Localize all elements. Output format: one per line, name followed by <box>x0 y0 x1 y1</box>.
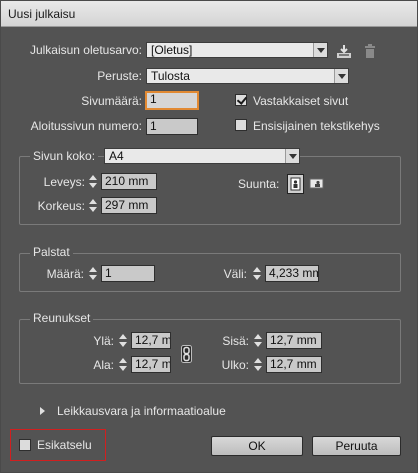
height-stepper[interactable] <box>88 197 99 214</box>
margin-outside-stepper[interactable] <box>253 356 264 373</box>
margin-top-input[interactable]: 12,7 mm <box>131 332 171 349</box>
page-size-dropdown[interactable]: A4 <box>104 148 300 164</box>
page-size-value: A4 <box>109 149 124 163</box>
margin-bottom-stepper[interactable] <box>118 356 129 373</box>
bleed-slug-label[interactable]: Leikkausvara ja informaatioalue <box>57 404 226 418</box>
columns-number-label: Määrä: <box>46 267 84 281</box>
width-stepper[interactable] <box>88 173 99 190</box>
margin-bottom-input[interactable]: 12,7 mm <box>131 356 171 373</box>
save-preset-icon[interactable] <box>336 44 352 59</box>
intent-label: Peruste: <box>97 69 142 83</box>
start-page-input[interactable]: 1 <box>146 118 198 135</box>
page-size-label: Sivun koko: <box>30 149 99 163</box>
margin-top-stepper[interactable] <box>118 332 129 349</box>
pages-label: Sivumäärä: <box>81 94 142 108</box>
facing-pages-checkbox[interactable] <box>235 94 247 106</box>
margin-inside-label: Sisä: <box>222 334 249 348</box>
chevron-down-icon <box>313 43 327 57</box>
height-label: Korkeus: <box>37 199 85 213</box>
margins-group <box>19 319 401 384</box>
ok-button[interactable]: OK <box>211 436 303 456</box>
width-input[interactable]: 210 mm <box>101 173 157 190</box>
height-input[interactable]: 297 mm <box>101 197 157 214</box>
pages-input[interactable]: 1 <box>145 91 199 110</box>
margin-inside-input[interactable]: 12,7 mm <box>266 332 322 349</box>
start-page-label: Aloitussivun numero: <box>30 119 142 133</box>
facing-pages-label: Vastakkaiset sivut <box>253 94 349 108</box>
chevron-down-icon <box>285 149 299 163</box>
preview-checkbox[interactable] <box>19 439 31 451</box>
columns-number-stepper[interactable] <box>88 265 99 282</box>
primary-text-frame-label: Ensisijainen tekstikehys <box>253 119 380 133</box>
preset-label: Julkaisun oletusarvo: <box>29 43 142 57</box>
width-label: Leveys: <box>43 175 85 189</box>
margin-outside-input[interactable]: 12,7 mm <box>266 356 322 373</box>
cancel-button[interactable]: Peruuta <box>312 436 401 456</box>
margin-top-label: Ylä: <box>93 334 114 348</box>
delete-preset-icon[interactable] <box>363 44 377 59</box>
margin-bottom-label: Ala: <box>93 358 114 372</box>
primary-text-frame-checkbox[interactable] <box>235 119 247 131</box>
columns-number-input[interactable]: 1 <box>101 265 155 282</box>
page-size-group <box>19 156 401 225</box>
preset-dropdown[interactable]: [Oletus] <box>146 42 328 58</box>
title-bar[interactable]: Uusi julkaisu <box>1 1 417 27</box>
landscape-icon[interactable] <box>308 175 325 192</box>
columns-title: Palstat <box>30 245 73 259</box>
preview-label: Esikatselu <box>37 438 92 452</box>
margin-outside-label: Ulko: <box>221 358 249 372</box>
preset-value: [Oletus] <box>151 43 193 57</box>
margins-title: Reunukset <box>30 311 94 325</box>
chevron-down-icon <box>334 69 348 83</box>
gutter-input[interactable]: 4,233 mm <box>265 265 319 282</box>
orientation-label: Suunta: <box>238 177 280 191</box>
gutter-label: Väli: <box>223 267 247 281</box>
intent-dropdown[interactable]: Tulosta <box>146 68 349 84</box>
portrait-icon[interactable] <box>287 174 304 194</box>
intent-value: Tulosta <box>151 69 190 83</box>
window-title: Uusi julkaisu <box>8 7 76 21</box>
margin-inside-stepper[interactable] <box>253 332 264 349</box>
expand-arrow-icon[interactable] <box>40 407 45 415</box>
new-document-dialog: Uusi julkaisu Julkaisun oletusarvo: [Ole… <box>0 0 418 473</box>
gutter-stepper[interactable] <box>252 265 263 282</box>
